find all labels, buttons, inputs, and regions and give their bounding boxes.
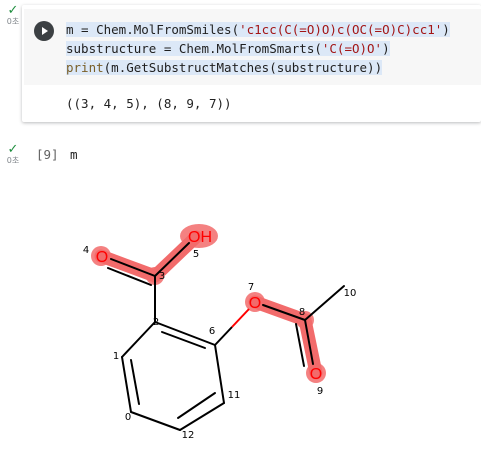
atom-index-11: 11	[228, 390, 241, 401]
atom-index-7: 7	[248, 282, 254, 293]
bond-11-12-inner	[177, 392, 216, 419]
atom-o-4: O	[96, 249, 108, 266]
atom-index-1: 1	[113, 351, 119, 362]
bond-6-11	[214, 344, 225, 404]
atom-index-0: 0	[125, 412, 131, 423]
bond-6-7-red	[231, 308, 250, 328]
atom-index-8: 8	[299, 307, 305, 318]
bond-2-6-inner	[161, 331, 206, 349]
bond-0-1-inner	[130, 359, 140, 405]
atom-index-5: 5	[193, 249, 199, 260]
bond-11-12	[179, 402, 225, 431]
atom-index-12: 12	[182, 430, 195, 441]
bond-8-10	[304, 285, 345, 321]
bond-1-2	[121, 321, 156, 358]
atom-index-2: 2	[153, 317, 159, 328]
atom-index-9: 9	[317, 386, 323, 397]
atom-oh-5: OH	[188, 229, 212, 246]
molecule-drawing: O OH O O 0 1 2 3 4 5 6 7 8 9 10 11 12	[83, 224, 357, 441]
atom-o-7: O	[249, 295, 261, 312]
atom-o-9: O	[310, 366, 322, 383]
atom-index-3: 3	[159, 271, 165, 282]
atom-index-10: 10	[344, 288, 357, 299]
bond-12-0	[130, 411, 181, 431]
bond-0-1	[121, 356, 132, 413]
atom-index-6: 6	[209, 326, 215, 337]
bond-6-7-black	[214, 326, 233, 346]
atom-index-4: 4	[83, 245, 89, 256]
